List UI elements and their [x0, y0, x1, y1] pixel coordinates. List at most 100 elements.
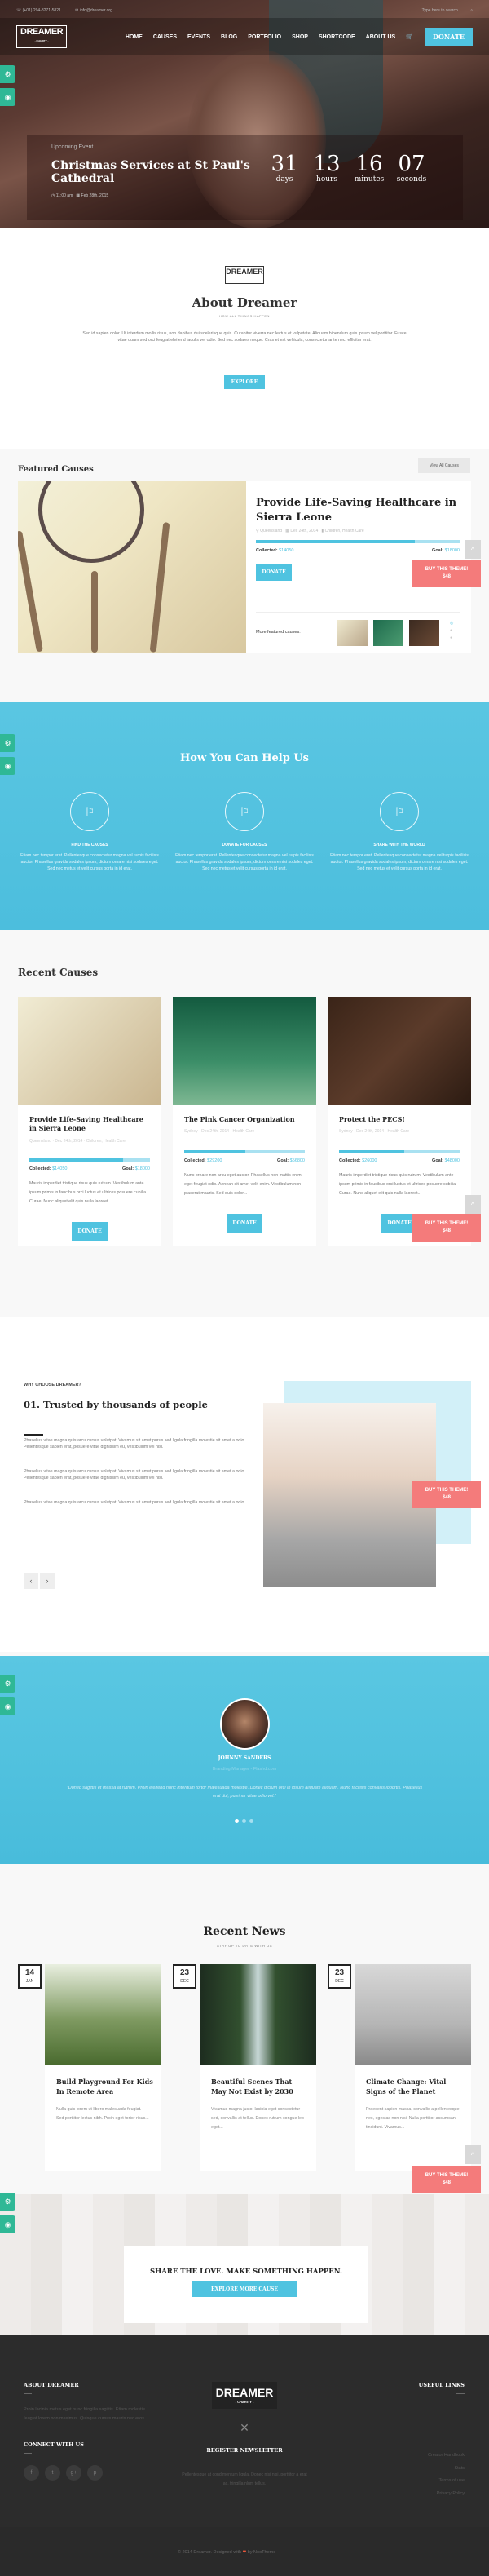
cause-image[interactable]	[328, 997, 471, 1105]
cause-donate-button[interactable]: DONATE	[72, 1222, 108, 1241]
how-you-can-help-section: How You Can Help Us ⚐ FIND THE CAUSES Et…	[0, 702, 489, 930]
about-section: DREAMER About Dreamer HOW ALL THINGS HAP…	[0, 228, 489, 449]
footer-link[interactable]: Creator Handbook	[419, 2450, 465, 2463]
buy-theme-button[interactable]: BUY THIS THEME! $48	[412, 2166, 481, 2193]
google-plus-icon[interactable]: g+	[66, 2465, 82, 2481]
buy-theme-button[interactable]: BUY THIS THEME! $48	[412, 560, 481, 587]
cause-image[interactable]	[18, 997, 161, 1105]
share-title: SHARE THE LOVE. MAKE SOMETHING HAPPEN.	[150, 2268, 342, 2276]
settings-icon[interactable]: ⚙	[0, 1675, 15, 1693]
news-title-link[interactable]: Build Playground For Kids In Remote Area	[56, 2078, 154, 2096]
divider	[256, 612, 460, 613]
search-input[interactable]: Type here to search	[422, 8, 458, 13]
featured-collected: Collected: $14050	[256, 548, 294, 553]
about-subtitle: HOW ALL THINGS HAPPEN	[219, 314, 270, 318]
help-item-donate: ⚐ DONATE FOR CAUSES Etiam nec tempor era…	[175, 792, 314, 872]
settings-icon[interactable]: ⚙	[0, 2193, 15, 2211]
title-underline	[24, 1434, 43, 1436]
preview-eye-icon[interactable]: ◉	[0, 1697, 15, 1715]
footer-link[interactable]: Stats	[419, 2463, 465, 2476]
buy-theme-button[interactable]: BUY THIS THEME! $48	[412, 1214, 481, 1242]
footer-about-text: Proin lacinia metus eget nunc fringilla …	[24, 2407, 146, 2421]
news-image[interactable]	[200, 1964, 316, 2065]
cause-image[interactable]	[173, 997, 316, 1105]
settings-icon[interactable]: ⚙	[0, 65, 15, 83]
nav-home[interactable]: HOME	[126, 34, 143, 40]
testimonial-quote: "Donec sagittis et massa at rutrum. Proi…	[66, 1786, 423, 1799]
footer-connect-title: CONNECT WITH US	[24, 2441, 84, 2448]
featured-goal: Goal: $18000	[432, 548, 460, 553]
facebook-icon[interactable]: f	[24, 2465, 39, 2481]
thumb-pager[interactable]: ◎ ● ●	[450, 620, 453, 642]
cause-meta: Queensland · Dec 24th, 2014 · Children, …	[29, 1139, 126, 1144]
cause-title[interactable]: The Pink Cancer Organization	[184, 1115, 306, 1124]
prev-arrow-icon[interactable]: ‹	[24, 1573, 38, 1589]
cause-progress-bar	[339, 1150, 460, 1153]
footer-link[interactable]: Terms of use	[419, 2475, 465, 2488]
event-title[interactable]: Christmas Services at St Paul's Cathedra…	[51, 159, 255, 185]
news-image[interactable]	[355, 1964, 471, 2065]
cart-icon[interactable]: 🛒	[406, 33, 413, 40]
scroll-to-top-button[interactable]: ^	[465, 540, 481, 559]
news-card: 23 DEC Climate Change: Vital Signs of the…	[328, 1964, 471, 2171]
calendar-icon: ▦	[285, 529, 289, 533]
settings-icon[interactable]: ⚙	[0, 734, 15, 752]
featured-thumb-2[interactable]	[373, 620, 403, 646]
view-all-causes-button[interactable]: View All Causes	[418, 458, 470, 473]
nav-portfolio[interactable]: PORTFOLIO	[248, 34, 281, 40]
help-title: How You Can Help Us	[180, 752, 309, 764]
nav-blog[interactable]: BLOG	[221, 34, 237, 40]
location-icon: ⚲	[256, 529, 259, 533]
side-tools: ⚙ ◉	[0, 1675, 15, 1720]
twitter-icon[interactable]: t	[45, 2465, 60, 2481]
help-item-text: Etiam nec tempor erat. Pellentesque cons…	[330, 853, 469, 871]
pager-dot[interactable]	[249, 1819, 253, 1823]
testimonial-avatar	[220, 1698, 270, 1750]
email-text[interactable]: ✉ info@dreamer.org	[75, 8, 119, 13]
countdown: 31 days 13 hours 16 minutes 07 seconds	[263, 153, 433, 184]
news-title-link[interactable]: Beautiful Scenes That May Not Exist by 2…	[211, 2078, 309, 2096]
nav-events[interactable]: EVENTS	[187, 34, 210, 40]
search-icon[interactable]: ⌕	[470, 8, 473, 13]
pager-dot[interactable]	[235, 1819, 239, 1823]
scroll-to-top-button[interactable]: ^	[465, 1195, 481, 1214]
featured-progress-fill	[256, 540, 415, 543]
donate-nav-button[interactable]: DONATE	[424, 28, 473, 46]
explore-button[interactable]: EXPLORE	[224, 375, 265, 389]
cause-goal: Goal: $48000	[432, 1158, 460, 1163]
featured-thumb-3[interactable]	[409, 620, 439, 646]
featured-donate-button[interactable]: DONATE	[256, 564, 292, 581]
nav-about-us[interactable]: ABOUT US	[366, 34, 396, 40]
scroll-to-top-button[interactable]: ^	[465, 2145, 481, 2164]
nav-shortcode[interactable]: SHORTCODE	[319, 34, 355, 40]
preview-eye-icon[interactable]: ◉	[0, 88, 15, 106]
help-item-title: FIND THE CAUSES	[71, 843, 108, 848]
cause-progress-fill	[184, 1150, 246, 1153]
featured-cause-image[interactable]	[18, 481, 246, 653]
top-bar: ☏ (+01) 294-8271-5821 ✉ info@dreamer.org…	[16, 5, 473, 16]
cause-donate-button[interactable]: DONATE	[227, 1214, 262, 1233]
featured-thumb-1[interactable]	[337, 620, 368, 646]
explore-more-cause-button[interactable]: EXPLORE MORE CAUSE	[192, 2281, 297, 2297]
cause-title[interactable]: Protect the PECS!	[339, 1115, 461, 1124]
cause-title[interactable]: Provide Life-Saving Healthcare in Sierra…	[29, 1115, 152, 1133]
news-image[interactable]	[45, 1964, 161, 2065]
footer-link[interactable]: Privacy Policy	[419, 2488, 465, 2501]
newsletter-text: Pellentesque at condimentum ligula. Done…	[182, 2472, 307, 2486]
featured-cause-title[interactable]: Provide Life-Saving Healthcare in Sierra…	[256, 496, 460, 525]
nav-causes[interactable]: CAUSES	[153, 34, 177, 40]
news-card: 23 DEC Beautiful Scenes That May Not Exis…	[173, 1964, 316, 2171]
footer-logo[interactable]: DREAMER - CHARITY -	[212, 2382, 277, 2409]
featured-progress-bar	[256, 540, 460, 543]
next-arrow-icon[interactable]: ›	[40, 1573, 55, 1589]
pager-dot[interactable]	[242, 1819, 246, 1823]
news-date-badge: 23 DEC	[328, 1964, 351, 1989]
news-title-link[interactable]: Climate Change: Vital Signs of the Plane…	[366, 2078, 464, 2096]
preview-eye-icon[interactable]: ◉	[0, 757, 15, 775]
pinterest-icon[interactable]: p	[87, 2465, 103, 2481]
share-box: SHARE THE LOVE. MAKE SOMETHING HAPPEN. E…	[124, 2246, 368, 2323]
nav-shop[interactable]: SHOP	[292, 34, 308, 40]
site-logo[interactable]: DREAMER - CHARITY -	[16, 25, 68, 48]
buy-theme-button[interactable]: BUY THIS THEME! $48	[412, 1481, 481, 1508]
preview-eye-icon[interactable]: ◉	[0, 2215, 15, 2233]
